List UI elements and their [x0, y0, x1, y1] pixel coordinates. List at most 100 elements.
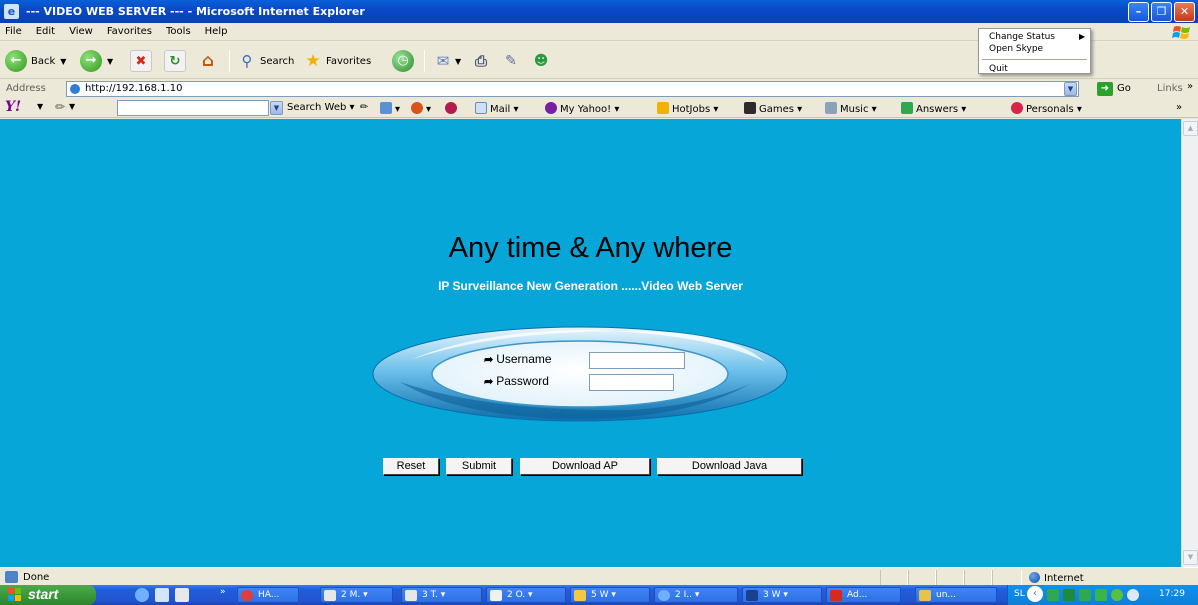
taskbar-item[interactable]: 5 W ▾	[570, 587, 650, 603]
skype-tray-icon[interactable]	[1111, 589, 1123, 601]
forward-button[interactable]: → ▼	[80, 49, 113, 73]
start-button[interactable]: start	[0, 585, 96, 605]
refresh-button[interactable]: ↻	[164, 49, 186, 73]
address-input[interactable]: http://192.168.1.10 ▼	[66, 81, 1079, 97]
go-button[interactable]: ➜	[1097, 82, 1113, 96]
personals-button[interactable]: Personals ▾	[1011, 102, 1082, 115]
tray-app-icon[interactable]	[1095, 589, 1107, 601]
taskbar-item[interactable]: 2 M. ▾	[320, 587, 393, 603]
antispy-button[interactable]: ▾	[411, 102, 431, 115]
reset-button[interactable]: Reset	[383, 458, 439, 475]
folder-icon	[574, 590, 586, 601]
task-label: HA...	[258, 590, 280, 600]
yahoo-mail-button[interactable]: Mail ▾	[475, 102, 519, 115]
vertical-scrollbar[interactable]: ▲ ▼	[1181, 119, 1198, 567]
open-skype-item[interactable]: Open Skype	[989, 44, 1043, 54]
chevron-right-icon[interactable]: »	[1176, 102, 1182, 113]
quicklaunch-more-icon[interactable]: »	[220, 587, 226, 597]
yahoo-search-dropdown[interactable]: ▼	[270, 101, 283, 115]
volume-icon[interactable]	[1127, 589, 1139, 601]
ie-quicklaunch-icon[interactable]	[135, 588, 149, 602]
quit-item[interactable]: Quit	[989, 64, 1008, 74]
popup-icon	[380, 102, 392, 114]
download-ap-button[interactable]: Download AP	[520, 458, 650, 475]
task-label: 3 W	[763, 590, 781, 600]
menu-edit[interactable]: Edit	[29, 23, 62, 37]
scroll-up-icon[interactable]: ▲	[1183, 121, 1198, 136]
context-menu: Change Status ▶ Open Skype Quit	[978, 28, 1091, 74]
maximize-button[interactable]: ❐	[1151, 2, 1172, 22]
favorites-label: Favorites	[326, 55, 372, 67]
taskbar-item[interactable]: un...	[915, 587, 997, 603]
taskbar-item[interactable]: 3 T. ▾	[401, 587, 482, 603]
yahoo-logo[interactable]: Y!	[5, 99, 21, 115]
edit-button[interactable]: ✎	[500, 49, 522, 73]
taskbar-item[interactable]: 3 W ▾	[742, 587, 822, 603]
popup-blocker-button[interactable]: ▾	[380, 102, 400, 115]
answers-button[interactable]: Answers ▾	[901, 102, 966, 115]
search-button[interactable]: ⚲ Search	[236, 49, 295, 73]
yahoo-search-input[interactable]	[117, 100, 269, 116]
scroll-down-icon[interactable]: ▼	[1183, 550, 1198, 565]
messenger-button[interactable]: ☻	[530, 49, 552, 73]
hotjobs-button[interactable]: HotJobs ▾	[657, 102, 718, 115]
home-button[interactable]: ⌂	[197, 49, 219, 73]
chevron-down-icon[interactable]: ▼	[37, 102, 43, 111]
games-button[interactable]: Games ▾	[744, 102, 802, 115]
menu-file[interactable]: File	[0, 23, 29, 37]
stop-button[interactable]: ✖	[130, 49, 152, 73]
language-indicator[interactable]: SL	[1014, 589, 1025, 599]
tray-expand-icon[interactable]: ‹	[1027, 586, 1043, 602]
username-row: ➦ Username	[484, 352, 552, 366]
desktop-quicklaunch-icon[interactable]	[175, 588, 189, 602]
download-java-button[interactable]: Download Java	[657, 458, 802, 475]
back-button[interactable]: ← Back ▼	[5, 49, 66, 73]
print-button[interactable]: ⎙	[470, 49, 492, 73]
ie-app-icon[interactable]: e	[4, 4, 19, 19]
mail-button[interactable]: ✉ ▼	[432, 49, 461, 73]
links-button[interactable]: Links	[1157, 83, 1183, 94]
task-label: un...	[936, 590, 956, 600]
highlight-icon[interactable]: ✏	[360, 102, 368, 113]
favorites-button[interactable]: ★ Favorites	[302, 49, 371, 73]
status-cell	[964, 570, 992, 585]
music-button[interactable]: Music ▾	[825, 102, 877, 115]
close-button[interactable]: ✕	[1174, 2, 1195, 22]
menu-help[interactable]: Help	[198, 23, 235, 37]
password-input[interactable]	[589, 374, 674, 391]
taskbar: start » HA... 2 M. ▾ 3 T. ▾ 2 O. ▾ 5 W ▾…	[0, 585, 1198, 605]
change-status-item[interactable]: Change Status	[989, 32, 1055, 42]
app-icon	[490, 590, 502, 601]
tray-app-icon[interactable]	[1047, 589, 1059, 601]
explorer-quicklaunch-icon[interactable]	[155, 588, 169, 602]
login-panel: ➦ Username ➦ Password	[370, 322, 790, 423]
history-button[interactable]: ◷	[392, 49, 414, 73]
taskbar-item[interactable]: 2 O. ▾	[486, 587, 566, 603]
taskbar-item[interactable]: 2 I.. ▾	[654, 587, 738, 603]
menu-tools[interactable]: Tools	[159, 23, 198, 37]
title-bar[interactable]: e --- VIDEO WEB SERVER --- - Microsoft I…	[0, 0, 1198, 23]
my-yahoo-label: My Yahoo!	[560, 104, 612, 115]
submit-button[interactable]: Submit	[446, 458, 512, 475]
minimize-button[interactable]: –	[1128, 2, 1149, 22]
menu-view[interactable]: View	[62, 23, 100, 37]
taskbar-item[interactable]: Ad...	[826, 587, 901, 603]
username-input[interactable]	[589, 352, 685, 369]
music-icon	[825, 102, 837, 114]
tray-app-icon[interactable]	[1079, 589, 1091, 601]
pencil-icon[interactable]: ✏	[55, 100, 65, 114]
address-bar: Address http://192.168.1.10 ▼ ➜ Go Links…	[0, 80, 1198, 98]
status-cell	[936, 570, 964, 585]
yahoo-360-button[interactable]	[445, 102, 460, 115]
tray-app-icon[interactable]	[1063, 589, 1075, 601]
menu-favorites[interactable]: Favorites	[100, 23, 159, 37]
mail-label: Mail	[490, 104, 511, 115]
address-dropdown-button[interactable]: ▼	[1064, 82, 1077, 96]
chevron-down-icon[interactable]: ▼	[69, 102, 75, 111]
go-label[interactable]: Go	[1117, 83, 1131, 94]
ie-icon	[658, 590, 670, 601]
search-web-button[interactable]: Search Web ▾	[287, 102, 355, 113]
chevron-right-icon[interactable]: »	[1187, 81, 1193, 92]
my-yahoo-button[interactable]: My Yahoo! ▾	[545, 102, 619, 115]
taskbar-item[interactable]: HA...	[237, 587, 299, 603]
